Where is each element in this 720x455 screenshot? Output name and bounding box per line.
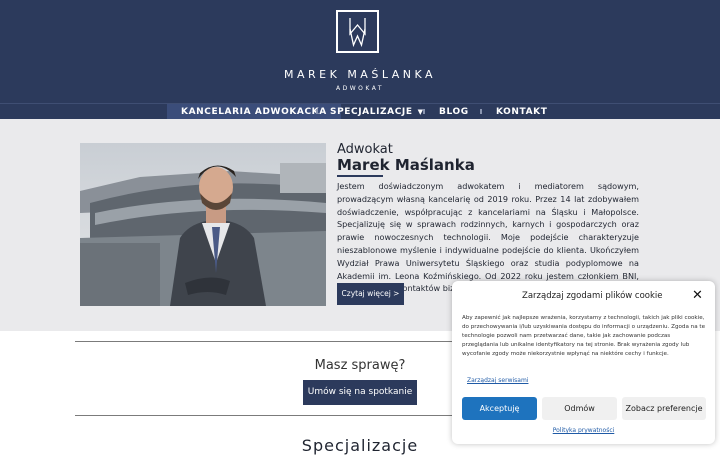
nav-item-label: KANCELARIA ADWOKACKA bbox=[181, 107, 327, 117]
nav-separator bbox=[423, 109, 425, 114]
cookie-consent-dialog: Zarządzaj zgodami plików cookie ✕ Aby za… bbox=[452, 281, 715, 444]
logo[interactable] bbox=[336, 10, 379, 53]
name-underline bbox=[337, 175, 383, 177]
intro-name: Marek Maślanka bbox=[337, 156, 475, 174]
book-meeting-button[interactable]: Umów się na spotkanie bbox=[303, 380, 417, 405]
nav-item-label: BLOG bbox=[439, 107, 469, 117]
cta-question: Masz sprawę? bbox=[314, 358, 406, 373]
intro-title: Adwokat bbox=[337, 142, 393, 157]
logo-monogram-icon bbox=[349, 18, 366, 48]
nav-item-specjalizacje[interactable]: SPECJALIZACJE ▼ bbox=[330, 104, 424, 120]
intro-text: Jestem doświadczonym adwokatem i mediato… bbox=[337, 181, 639, 294]
site-header: MAREK MAŚLANKA ADWOKAT bbox=[0, 0, 720, 103]
nav-item-blog[interactable]: BLOG bbox=[439, 104, 469, 120]
nav-item-label: SPECJALIZACJE bbox=[330, 107, 413, 117]
read-more-button[interactable]: Czytaj więcej > bbox=[337, 283, 404, 305]
close-icon[interactable]: ✕ bbox=[692, 288, 703, 304]
privacy-policy-link[interactable]: Polityka prywatności bbox=[452, 427, 715, 434]
nav-separator bbox=[316, 109, 318, 114]
lawyer-photo bbox=[80, 143, 326, 306]
brand-name: MAREK MAŚLANKA bbox=[284, 68, 436, 81]
nav-separator bbox=[480, 109, 482, 114]
accept-button[interactable]: Akceptuję bbox=[462, 397, 537, 420]
manage-services-link[interactable]: Zarządzaj serwisami bbox=[467, 377, 528, 384]
brand-subtitle: ADWOKAT bbox=[335, 85, 384, 92]
nav-item-label: KONTAKT bbox=[496, 107, 548, 117]
nav-item-kontakt[interactable]: KONTAKT bbox=[496, 104, 547, 120]
deny-button[interactable]: Odmów bbox=[542, 397, 617, 420]
preferences-button[interactable]: Zobacz preferencje bbox=[622, 397, 706, 420]
cookie-text: Aby zapewnić jak najlepsze wrażenia, kor… bbox=[462, 315, 706, 357]
main-nav: KANCELARIA ADWOKACKA SPECJALIZACJE ▼ BLOG… bbox=[0, 103, 720, 120]
nav-item-kancelaria[interactable]: KANCELARIA ADWOKACKA bbox=[167, 104, 341, 120]
cookie-title: Zarządzaj zgodami plików cookie bbox=[522, 291, 663, 301]
